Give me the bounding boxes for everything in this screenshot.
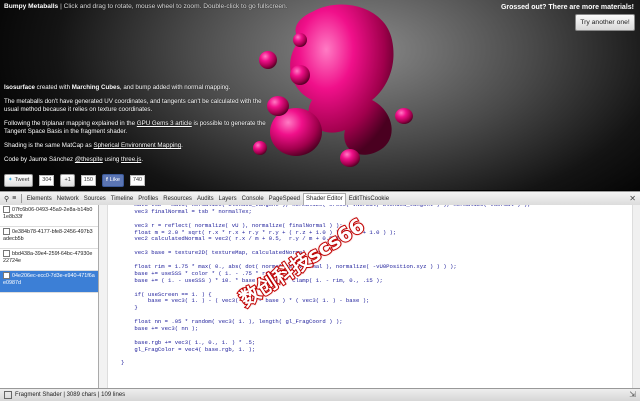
editor-scrollbar[interactable] (632, 205, 640, 388)
console-drawer-icon[interactable]: ≡ (12, 195, 16, 202)
tab-resources[interactable]: Resources (161, 196, 195, 202)
more-materials-label: There are more materials! (546, 4, 634, 11)
tab-timeline[interactable]: Timeline (108, 196, 135, 202)
tweet-button[interactable]: ✦ Tweet (4, 173, 34, 187)
tab-shader-editor[interactable]: Shader Editor (302, 192, 347, 205)
author-link[interactable]: @thespite (75, 156, 103, 163)
info-paragraph-2: The metaballs don't have generated UV co… (4, 98, 262, 113)
devtools-statusbar: Fragment Shader | 3089 chars | 109 lines… (0, 388, 640, 401)
program-id-label: bbd438a-39e4-259f-64bc-47930e22724e (3, 250, 93, 264)
tab-console[interactable]: Console (239, 196, 266, 202)
marching-cubes-label: Marching Cubes (71, 84, 120, 91)
header-instructions: | Click and drag to rotate, mouse wheel … (58, 3, 288, 10)
program-id-label: 04e206ec-ecc0-7d3e-e940-471f6ae0987d (3, 272, 95, 286)
inspect-icon[interactable]: ⚲ (4, 195, 9, 203)
info-text: Code by Jaume Sánchez (4, 156, 75, 163)
info-text: Shading is the same MatCap as (4, 142, 94, 149)
shader-program-item[interactable]: 0e384b78-4177-bfe8-2456-497b3adecb5b (0, 227, 98, 249)
dock-toggle-icon[interactable] (4, 391, 12, 399)
program-toggle-checkbox[interactable] (3, 250, 10, 257)
resize-grip-icon[interactable]: ⇲ (629, 390, 636, 399)
shader-code-editor[interactable]: mat3 tsb = mat3( normalize( blended_tang… (99, 205, 640, 388)
code-line: } (121, 304, 138, 312)
code-line: gl_FragColor = vec4( base.rgb, 1. ); (121, 345, 256, 353)
shader-status-text: Fragment Shader | 3089 chars | 109 lines (15, 392, 126, 398)
info-paragraph-4: Shading is the same MatCap as Spherical … (4, 142, 284, 150)
tab-layers[interactable]: Layers (216, 196, 239, 202)
gplus-label: +1 (64, 177, 71, 183)
program-toggle-checkbox[interactable] (3, 206, 10, 213)
shader-program-item[interactable]: 04e206ec-ecc0-7d3e-e940-471f6ae0987d (0, 271, 98, 293)
program-toggle-checkbox[interactable] (3, 272, 10, 279)
code-line: base = vec3( 1. ) - ( vec3( 1. ) - base … (121, 297, 370, 305)
shader-program-item[interactable]: bbd438a-39e4-259f-64bc-47930e22724e (0, 249, 98, 271)
social-buttons: ✦ Tweet 304 +1 150 f Like 740 (4, 173, 146, 187)
threejs-link[interactable]: three.js (121, 156, 141, 163)
tab-separator (21, 194, 23, 203)
isosurface-label: Isosurface (4, 84, 35, 91)
devtools-tab-list: Elements Network Sources Timeline Profiles Re… (24, 192, 391, 205)
try-another-button[interactable]: Try another one! (575, 14, 635, 31)
info-paragraph-5: Code by Jaume Sánchez @thespite using th… (4, 156, 274, 164)
info-text: using (102, 156, 122, 163)
tab-profiles[interactable]: Profiles (136, 196, 161, 202)
facebook-icon: f (105, 177, 108, 183)
info-text: created with (34, 84, 72, 91)
gpu-gems-link[interactable]: GPU Gems 3 article (137, 120, 192, 127)
gplus-count: 150 (80, 174, 96, 186)
program-id-label: 0e384b78-4177-bfe8-2456-497b3adecb5b (3, 228, 93, 242)
tweet-count: 304 (39, 174, 55, 186)
close-devtools-icon[interactable]: ✕ (629, 194, 636, 203)
devtools-tabbar: ⚲ ≡ Elements Network Sources Timeline Profil… (0, 191, 640, 206)
sem-link[interactable]: Spherical Environment Mapping (93, 142, 181, 149)
info-paragraph-3: Following the triplanar mapping explaine… (4, 120, 274, 136)
like-count: 740 (129, 174, 146, 186)
program-toggle-checkbox[interactable] (3, 228, 10, 235)
facebook-like-button[interactable]: f Like (101, 173, 124, 187)
info-text: , and bump added with normal mapping. (119, 84, 231, 91)
gplus-button[interactable]: +1 (60, 173, 75, 187)
program-id-label: 07fc6b06-0493-45a9-2e8a-b14b01e8b33f (3, 206, 93, 220)
metaballs-canvas[interactable]: Bumpy Metaballs | Click and drag to rota… (0, 0, 640, 190)
info-text: Following the triplanar mapping explaine… (4, 120, 137, 127)
tab-editthiscookie[interactable]: EditThisCookie (346, 196, 391, 202)
tab-pagespeed[interactable]: PageSpeed (266, 196, 302, 202)
gross-label: Grossed out? (500, 4, 547, 11)
tab-sources[interactable]: Sources (81, 196, 108, 202)
app-title: Bumpy Metaballs (4, 3, 59, 10)
code-line: vec3 finalNormal = tsb * normalTex; (121, 207, 252, 215)
info-paragraph-1: Isosurface created with Marching Cubes, … (4, 84, 274, 92)
tab-network[interactable]: Network (54, 196, 81, 202)
code-line: base += ( 1. - useSSS ) * 10. * base * c… (121, 276, 383, 284)
like-label: Like (109, 177, 120, 183)
code-line: } (121, 359, 125, 367)
code-line: base += vec3( nn ); (121, 325, 199, 333)
more-materials-text: Grossed out? There are more materials! (501, 4, 634, 11)
tab-elements[interactable]: Elements (24, 196, 54, 202)
tab-audits[interactable]: Audits (194, 196, 216, 202)
info-text: . (181, 142, 183, 149)
page-header: Bumpy Metaballs | Click and drag to rota… (4, 3, 288, 11)
twitter-bird-icon: ✦ (8, 177, 13, 183)
tweet-label: Tweet (14, 177, 30, 183)
info-text: . (141, 156, 144, 163)
editor-gutter (99, 205, 108, 388)
shader-program-item[interactable]: 07fc6b06-0493-45a9-2e8a-b14b01e8b33f (0, 205, 98, 227)
shader-program-list: 07fc6b06-0493-45a9-2e8a-b14b01e8b33f 0e38… (0, 205, 99, 388)
